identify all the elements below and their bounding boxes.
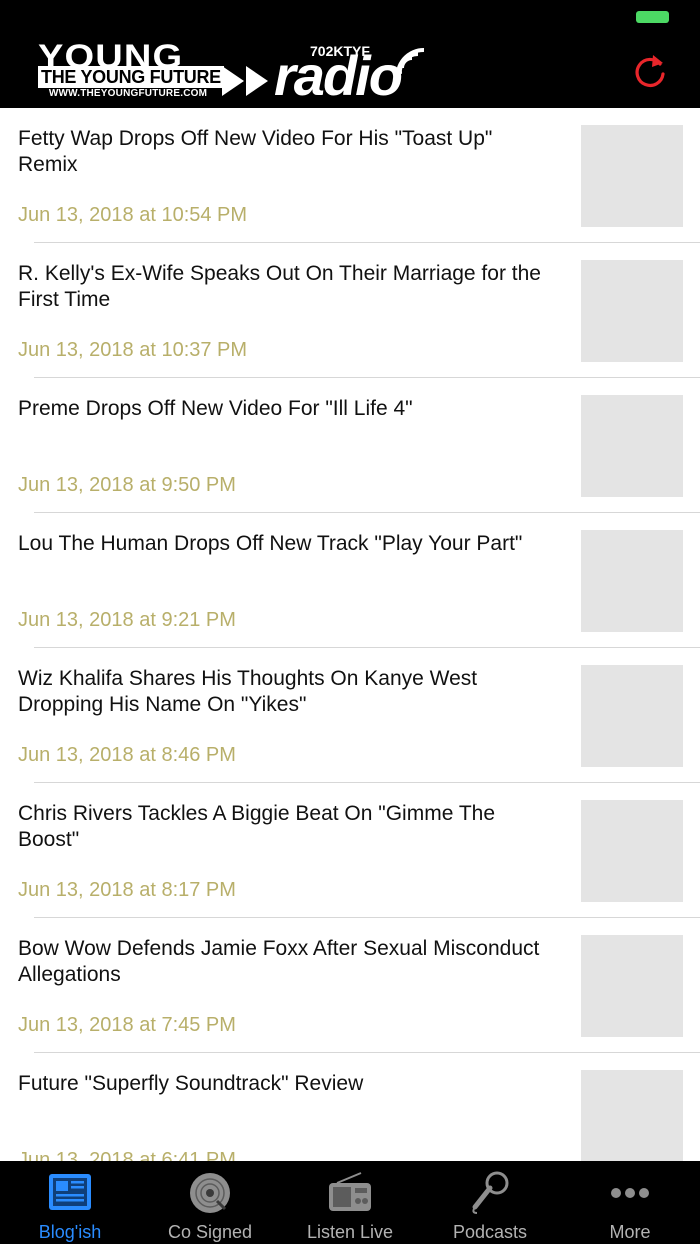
article-date: Jun 13, 2018 at 10:54 PM bbox=[18, 204, 248, 226]
list-item[interactable]: R. Kelly's Ex-Wife Speaks Out On Their M… bbox=[0, 243, 700, 378]
refresh-button[interactable] bbox=[632, 52, 670, 90]
tab-label: Podcasts bbox=[452, 1222, 528, 1242]
radio-icon bbox=[329, 1172, 371, 1211]
article-date: Jun 13, 2018 at 7:45 PM bbox=[18, 1014, 236, 1036]
article-thumbnail bbox=[581, 1070, 683, 1161]
article-thumbnail bbox=[581, 800, 683, 902]
article-thumbnail bbox=[581, 260, 683, 362]
article-title: Chris Rivers Tackles A Biggie Beat On "G… bbox=[18, 802, 496, 851]
article-title: Fetty Wap Drops Off New Video For His "T… bbox=[18, 127, 493, 176]
tab-label: Co Signed bbox=[167, 1222, 253, 1242]
article-thumbnail bbox=[581, 395, 683, 497]
battery-icon bbox=[636, 11, 669, 23]
list-item[interactable]: Future "Superfly Soundtrack" Review Jun … bbox=[0, 1053, 700, 1161]
article-thumbnail bbox=[581, 125, 683, 227]
list-item[interactable]: Lou The Human Drops Off New Track "Play … bbox=[0, 513, 700, 648]
article-title: R. Kelly's Ex-Wife Speaks Out On Their M… bbox=[18, 262, 541, 311]
article-thumbnail bbox=[581, 665, 683, 767]
article-thumbnail bbox=[581, 935, 683, 1037]
logo-brand-text: THE YOUNG FUTURE bbox=[38, 66, 224, 88]
tab-more[interactable]: More bbox=[560, 1161, 700, 1244]
article-date: Jun 13, 2018 at 6:41 PM bbox=[18, 1149, 236, 1161]
fast-forward-icon bbox=[222, 66, 268, 96]
newspaper-icon bbox=[49, 1174, 91, 1210]
article-thumbnail bbox=[581, 530, 683, 632]
list-item[interactable]: Preme Drops Off New Video For "Ill Life … bbox=[0, 378, 700, 513]
article-title: Lou The Human Drops Off New Track "Play … bbox=[18, 532, 523, 555]
article-date: Jun 13, 2018 at 9:50 PM bbox=[18, 474, 236, 496]
article-date: Jun 13, 2018 at 8:17 PM bbox=[18, 879, 236, 901]
broadcast-waves-icon bbox=[396, 47, 425, 81]
article-date: Jun 13, 2018 at 9:21 PM bbox=[18, 609, 236, 631]
tab-label: Listen Live bbox=[306, 1222, 394, 1242]
tab-label: Blog'ish bbox=[38, 1222, 102, 1242]
tab-bar: Blog'ish Co Signed Listen Live Podcasts bbox=[0, 1161, 700, 1244]
station-logo: YOUNG THE YOUNG FUTURE WWW.THEYOUNGFUTUR… bbox=[36, 40, 436, 107]
logo-site-text: WWW.THEYOUNGFUTURE.COM bbox=[38, 88, 218, 100]
article-date: Jun 13, 2018 at 10:37 PM bbox=[18, 339, 248, 361]
list-item[interactable]: Bow Wow Defends Jamie Foxx After Sexual … bbox=[0, 918, 700, 1053]
article-title: Wiz Khalifa Shares His Thoughts On Kanye… bbox=[18, 667, 478, 716]
article-feed[interactable]: Fetty Wap Drops Off New Video For His "T… bbox=[0, 108, 700, 1161]
tab-label: More bbox=[609, 1222, 651, 1242]
tab-blogish[interactable]: Blog'ish bbox=[0, 1161, 140, 1244]
list-item[interactable]: Chris Rivers Tackles A Biggie Beat On "G… bbox=[0, 783, 700, 918]
microphone-icon bbox=[472, 1171, 509, 1214]
tab-podcasts[interactable]: Podcasts bbox=[420, 1161, 560, 1244]
list-item[interactable]: Wiz Khalifa Shares His Thoughts On Kanye… bbox=[0, 648, 700, 783]
article-date: Jun 13, 2018 at 8:46 PM bbox=[18, 744, 236, 766]
tab-co-signed[interactable]: Co Signed bbox=[140, 1161, 280, 1244]
refresh-icon bbox=[635, 55, 665, 87]
logo-radio-text: radio bbox=[274, 44, 403, 107]
list-item[interactable]: Fetty Wap Drops Off New Video For His "T… bbox=[0, 108, 700, 243]
article-title: Preme Drops Off New Video For "Ill Life … bbox=[18, 397, 413, 420]
app-header: YOUNG THE YOUNG FUTURE WWW.THEYOUNGFUTUR… bbox=[0, 0, 700, 108]
more-dots-icon bbox=[611, 1188, 649, 1198]
article-title: Future "Superfly Soundtrack" Review bbox=[18, 1072, 364, 1095]
article-title: Bow Wow Defends Jamie Foxx After Sexual … bbox=[18, 937, 540, 986]
vinyl-record-icon bbox=[190, 1173, 230, 1213]
tab-listen-live[interactable]: Listen Live bbox=[280, 1161, 420, 1244]
